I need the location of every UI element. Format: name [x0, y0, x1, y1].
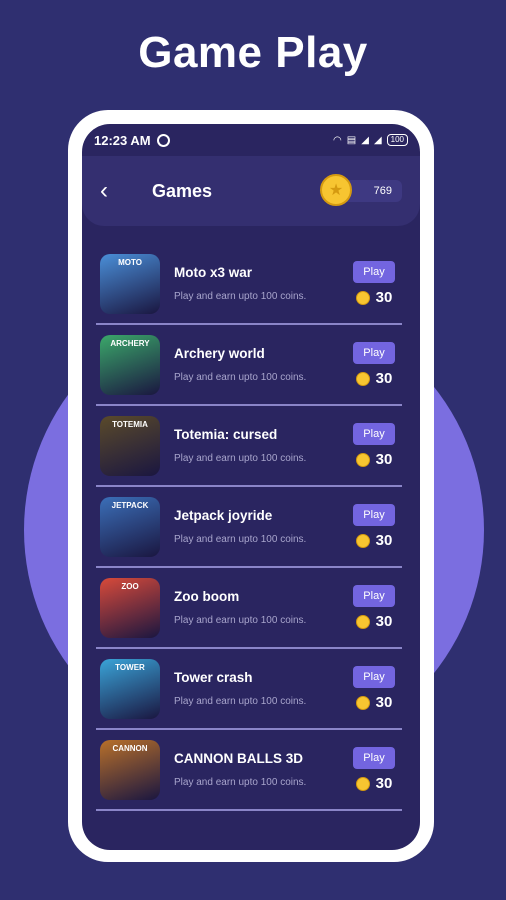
coin-icon	[355, 776, 370, 791]
game-thumbnail[interactable]: ZOO	[100, 577, 160, 638]
game-row[interactable]: MOTO Moto x3 war Play and earn upto 100 …	[96, 244, 402, 325]
reward: 30	[355, 289, 393, 306]
game-row[interactable]: TOWER Tower crash Play and earn upto 100…	[96, 649, 402, 730]
play-button[interactable]: Play	[353, 504, 395, 526]
status-bar: 12:23 AM ◠ ▤ ◢ ◢ 100	[82, 124, 420, 156]
battery-icon: 100	[386, 134, 408, 146]
game-subtitle: Play and earn upto 100 coins.	[174, 615, 307, 626]
game-row[interactable]: CANNON CANNON BALLS 3D Play and earn upt…	[96, 730, 402, 811]
game-info: Archery world Play and earn upto 100 coi…	[174, 346, 350, 383]
thumbnail-label: TOTEMIA	[112, 419, 148, 429]
game-info: Zoo boom Play and earn upto 100 coins.	[174, 589, 350, 626]
game-title: CANNON BALLS 3D	[174, 751, 304, 766]
reward: 30	[355, 532, 393, 549]
reward: 30	[355, 613, 393, 630]
game-actions: Play 30	[350, 585, 398, 630]
game-actions: Play 30	[350, 423, 398, 468]
game-thumbnail[interactable]: MOTO	[100, 253, 160, 314]
reward-value: 30	[375, 451, 393, 468]
wifi-icon: ◠	[333, 134, 342, 146]
game-title: Totemia: cursed	[174, 427, 278, 442]
reward-value: 30	[375, 613, 393, 630]
thumbnail-label: ARCHERY	[110, 338, 150, 348]
coin-balance-value: 769	[373, 185, 392, 197]
thumbnail-label: MOTO	[118, 257, 142, 267]
play-button[interactable]: Play	[353, 423, 395, 445]
reward: 30	[355, 775, 393, 792]
game-subtitle: Play and earn upto 100 coins.	[174, 453, 307, 464]
game-thumbnail[interactable]: TOWER	[100, 658, 160, 719]
reward: 30	[355, 451, 393, 468]
game-title: Archery world	[174, 346, 265, 361]
game-info: Totemia: cursed Play and earn upto 100 c…	[174, 427, 350, 464]
play-button[interactable]: Play	[353, 747, 395, 769]
play-button[interactable]: Play	[353, 585, 395, 607]
coin-icon: ★	[320, 174, 352, 206]
reward-value: 30	[375, 694, 393, 711]
game-subtitle: Play and earn upto 100 coins.	[174, 372, 307, 383]
game-info: Tower crash Play and earn upto 100 coins…	[174, 670, 350, 707]
play-button[interactable]: Play	[353, 666, 395, 688]
game-info: Jetpack joyride Play and earn upto 100 c…	[174, 508, 350, 545]
reward-value: 30	[375, 775, 393, 792]
reward-value: 30	[375, 370, 393, 387]
play-button[interactable]: Play	[353, 261, 395, 283]
game-subtitle: Play and earn upto 100 coins.	[174, 696, 307, 707]
coin-icon	[355, 371, 370, 386]
page-title: Games	[152, 180, 213, 201]
game-row[interactable]: TOTEMIA Totemia: cursed Play and earn up…	[96, 406, 402, 487]
game-thumbnail[interactable]: CANNON	[100, 739, 160, 800]
game-subtitle: Play and earn upto 100 coins.	[174, 291, 307, 302]
game-title: Moto x3 war	[174, 265, 253, 280]
volte-icon: ▤	[346, 134, 357, 146]
game-list: MOTO Moto x3 war Play and earn upto 100 …	[96, 244, 402, 811]
game-title: Zoo boom	[174, 589, 240, 604]
game-row[interactable]: ARCHERY Archery world Play and earn upto…	[96, 325, 402, 406]
coin-balance[interactable]: ★ 769	[320, 174, 402, 206]
game-thumbnail[interactable]: JETPACK	[100, 496, 160, 557]
app-screen: 12:23 AM ◠ ▤ ◢ ◢ 100 ‹ Games ★ 769 MOTO …	[82, 124, 420, 850]
signal-icon: ◢	[361, 134, 369, 146]
play-button[interactable]: Play	[353, 342, 395, 364]
reward: 30	[355, 370, 393, 387]
game-info: Moto x3 war Play and earn upto 100 coins…	[174, 265, 350, 302]
thumbnail-label: ZOO	[121, 581, 139, 591]
game-title: Tower crash	[174, 670, 253, 685]
promo-headline: Game Play	[138, 28, 368, 77]
game-row[interactable]: JETPACK Jetpack joyride Play and earn up…	[96, 487, 402, 568]
reward-value: 30	[375, 289, 393, 306]
thumbnail-label: CANNON	[112, 743, 148, 753]
notification-icon	[156, 133, 170, 147]
coin-icon	[355, 290, 370, 305]
coin-icon	[355, 452, 370, 467]
status-time: 12:23 AM	[94, 132, 151, 148]
game-subtitle: Play and earn upto 100 coins.	[174, 777, 307, 788]
reward: 30	[355, 694, 393, 711]
thumbnail-label: JETPACK	[111, 500, 149, 510]
reward-value: 30	[375, 532, 393, 549]
game-actions: Play 30	[350, 747, 398, 792]
back-arrow-icon[interactable]: ‹	[100, 177, 130, 205]
game-title: Jetpack joyride	[174, 508, 273, 523]
status-icons: ◠ ▤ ◢ ◢ 100	[333, 134, 408, 146]
thumbnail-label: TOWER	[115, 662, 145, 672]
game-info: CANNON BALLS 3D Play and earn upto 100 c…	[174, 751, 350, 788]
coin-icon	[355, 614, 370, 629]
game-subtitle: Play and earn upto 100 coins.	[174, 534, 307, 545]
game-actions: Play 30	[350, 666, 398, 711]
game-actions: Play 30	[350, 342, 398, 387]
game-thumbnail[interactable]: ARCHERY	[100, 334, 160, 395]
game-thumbnail[interactable]: TOTEMIA	[100, 415, 160, 476]
coin-icon	[355, 695, 370, 710]
game-actions: Play 30	[350, 261, 398, 306]
signal-icon: ◢	[373, 134, 382, 146]
game-row[interactable]: ZOO Zoo boom Play and earn upto 100 coin…	[96, 568, 402, 649]
game-actions: Play 30	[350, 504, 398, 549]
coin-icon	[355, 533, 370, 548]
app-header: ‹ Games ★ 769	[82, 156, 420, 226]
